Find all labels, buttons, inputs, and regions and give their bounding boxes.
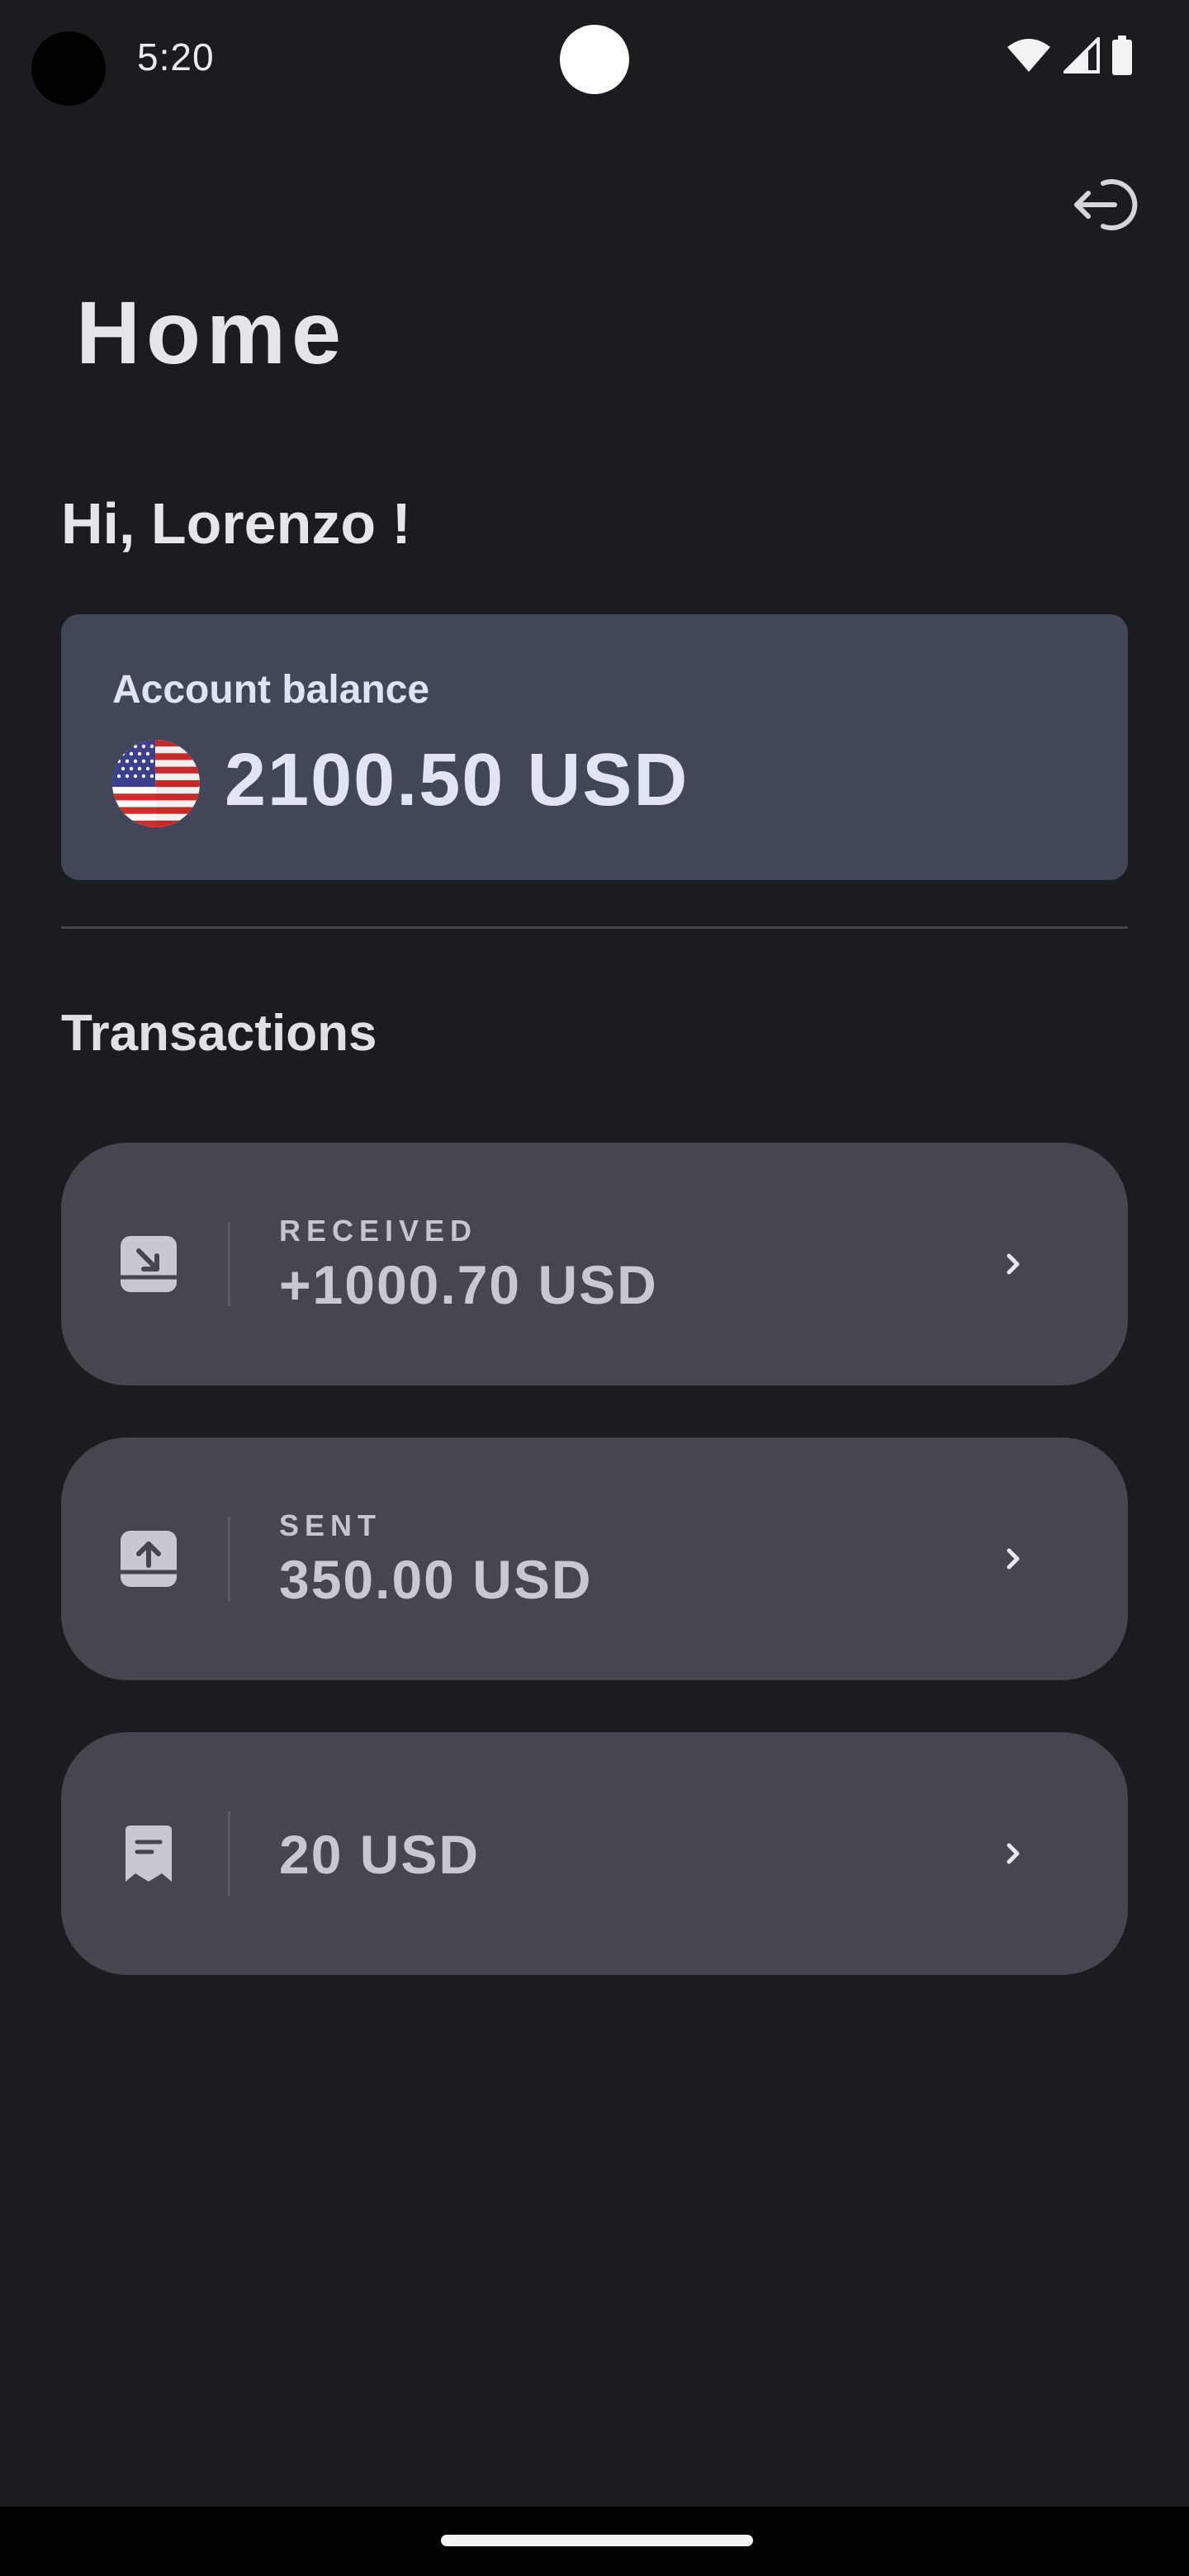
transaction-item-sent[interactable]: SENT 350.00 USD xyxy=(61,1437,1128,1680)
home-gesture-handle[interactable] xyxy=(441,2535,753,2546)
page-title: Home xyxy=(76,282,348,382)
logout-button[interactable] xyxy=(1070,172,1146,241)
transaction-type: SENT xyxy=(279,1508,382,1542)
transaction-separator xyxy=(228,1811,230,1896)
section-divider xyxy=(61,926,1128,929)
status-time: 5:20 xyxy=(137,36,215,78)
app-screen: 5:20 Home Hi, Lorenzo ! Account balance xyxy=(0,0,1189,2507)
camera-cutout xyxy=(31,31,106,106)
status-bar: 5:20 xyxy=(0,0,1189,116)
logout-icon xyxy=(1072,175,1144,239)
battery-icon xyxy=(1111,36,1133,75)
transaction-item-received[interactable]: RECEIVED +1000.70 USD xyxy=(61,1143,1128,1385)
account-balance-card: Account balance 2100.50 USD xyxy=(61,614,1128,880)
transaction-item-bill[interactable]: 20 USD xyxy=(61,1732,1128,1975)
transaction-amount: 350.00 USD xyxy=(279,1549,593,1610)
transaction-type: RECEIVED xyxy=(279,1214,478,1248)
transaction-separator xyxy=(228,1517,230,1601)
front-camera-dot xyxy=(560,25,629,94)
transaction-separator xyxy=(228,1222,230,1306)
chevron-right-icon xyxy=(983,1528,1044,1589)
chevron-right-icon xyxy=(983,1234,1044,1295)
status-icons xyxy=(1006,35,1133,76)
cell-signal-icon xyxy=(1063,37,1100,73)
transaction-amount: 20 USD xyxy=(279,1824,481,1885)
greeting-text: Hi, Lorenzo ! xyxy=(61,491,411,556)
wifi-icon xyxy=(1006,37,1052,73)
transaction-amount: +1000.70 USD xyxy=(279,1254,658,1315)
upload-tray-icon xyxy=(117,1527,180,1590)
balance-label: Account balance xyxy=(112,668,430,712)
receipt-icon xyxy=(117,1822,180,1885)
chevron-right-icon xyxy=(983,1823,1044,1884)
download-tray-icon xyxy=(117,1233,180,1295)
balance-amount: 2100.50 USD xyxy=(225,739,689,822)
us-flag-icon xyxy=(112,740,200,827)
transactions-title: Transactions xyxy=(61,1005,377,1062)
